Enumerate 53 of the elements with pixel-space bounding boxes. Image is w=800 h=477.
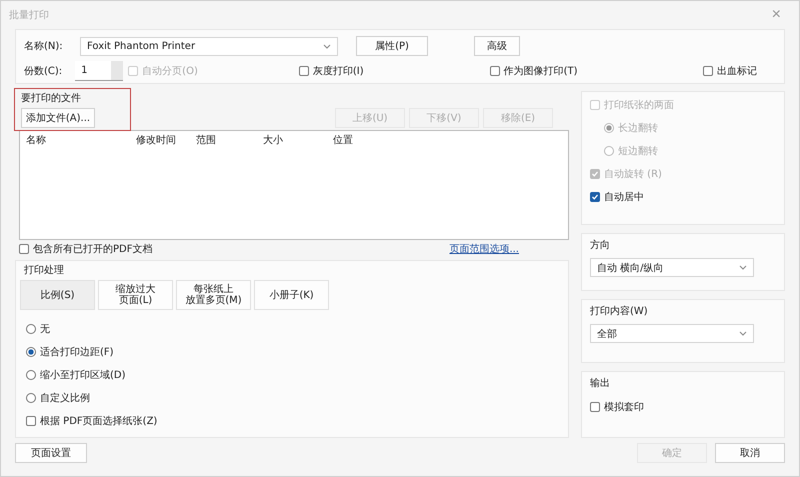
column-header[interactable]: 位置 <box>333 133 562 147</box>
dropdown-caret-icon <box>323 44 331 48</box>
scaling-tab[interactable]: 每张纸上 放置多页(M) <box>176 280 251 310</box>
radio-button[interactable] <box>26 370 36 380</box>
dropdown-caret-icon <box>739 265 747 270</box>
print-option[interactable]: 出血标记 <box>702 64 776 78</box>
column-header[interactable]: 范围 <box>196 133 263 147</box>
add-file-button[interactable]: 添加文件(A)... <box>21 108 95 128</box>
checkbox[interactable] <box>490 66 500 76</box>
printer-select[interactable]: Foxit Phantom Printer <box>80 36 338 56</box>
scaling-tab[interactable]: 比例(S) <box>20 280 95 310</box>
column-header[interactable]: 名称 <box>26 133 136 147</box>
dropdown-caret-icon <box>739 331 747 336</box>
properties-button[interactable]: 属性(P) <box>356 36 428 56</box>
print-option[interactable]: 作为图像打印(T) <box>490 64 645 78</box>
column-header[interactable]: 修改时间 <box>136 133 196 147</box>
scaling-option[interactable]: 适合打印边距(F) <box>26 345 560 359</box>
orientation-select[interactable]: 自动 横向/纵向 <box>590 258 754 277</box>
overprint-checkbox[interactable]: 模拟套印 <box>590 400 776 414</box>
name-label: 名称(N): <box>24 40 64 53</box>
page-range-link[interactable]: 页面范围选项... <box>449 242 519 256</box>
file-list[interactable]: 名称 修改时间 范围 大小 位置 <box>19 130 569 240</box>
scaling-tab[interactable]: 小册子(K) <box>254 280 329 310</box>
scaling-tab[interactable]: 缩放过大 页面(L) <box>98 280 173 310</box>
group-title: 方向 <box>590 238 611 252</box>
include-open-checkbox[interactable]: 包含所有已打开的PDF文档 <box>19 242 152 256</box>
advanced-button[interactable]: 高级 <box>474 36 520 56</box>
window-title: 批量打印 <box>9 8 49 22</box>
copies-spinner[interactable]: 1 <box>75 61 124 81</box>
checkbox[interactable] <box>19 244 29 254</box>
scaling-option[interactable]: 无 <box>26 322 560 336</box>
page-setup-button[interactable]: 页面设置 <box>15 443 87 463</box>
radio-button[interactable] <box>26 393 36 403</box>
checkbox[interactable] <box>590 192 600 202</box>
cancel-button[interactable]: 取消 <box>715 443 785 463</box>
scaling-option[interactable]: 缩小至打印区域(D) <box>26 368 560 382</box>
content-select[interactable]: 全部 <box>590 324 754 343</box>
radio-button[interactable] <box>26 347 36 357</box>
checkbox[interactable] <box>26 416 36 426</box>
files-title: 要打印的文件 <box>21 92 82 105</box>
group-title: 打印内容(W) <box>590 304 649 318</box>
print-option[interactable]: 灰度打印(I) <box>298 64 418 78</box>
scaling-option[interactable]: 根据 PDF页面选择纸张(Z) <box>26 414 560 428</box>
group-title: 输出 <box>590 376 611 390</box>
checkbox[interactable] <box>298 66 309 76</box>
group-title: 打印处理 <box>23 264 65 278</box>
checkbox[interactable] <box>590 402 600 412</box>
scaling-option[interactable]: 自定义比例 <box>26 391 560 405</box>
checkbox[interactable] <box>702 66 713 76</box>
duplex-option[interactable]: 自动居中 <box>590 190 776 204</box>
radio-button[interactable] <box>26 324 36 334</box>
copies-label: 份数(C): <box>24 65 64 78</box>
column-header[interactable]: 大小 <box>263 133 333 147</box>
